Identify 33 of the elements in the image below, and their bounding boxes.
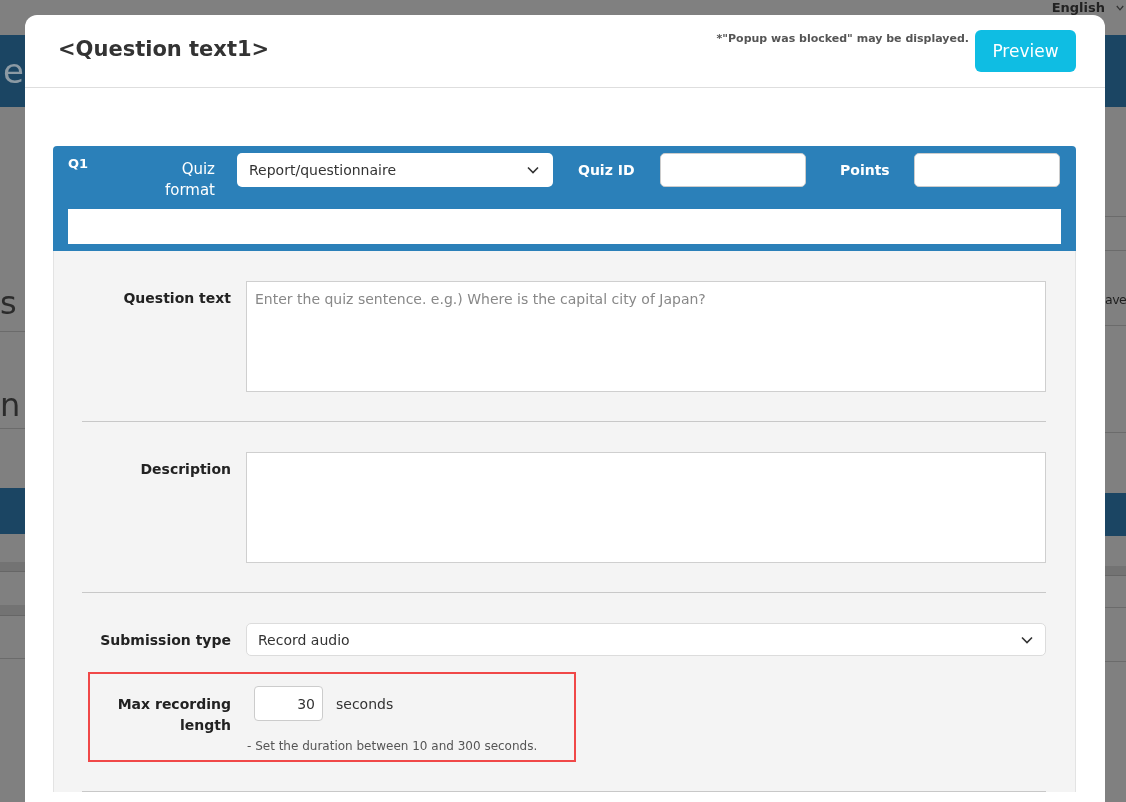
row-background	[0, 562, 25, 572]
page-text: ave	[1105, 291, 1126, 309]
page-bar	[0, 488, 25, 534]
textarea-field[interactable]: Enter the quiz sentence. e.g.) Where is the capital city of Japan?	[246, 281, 1046, 392]
caret-icon	[1116, 4, 1124, 11]
points-field[interactable]	[914, 153, 1060, 187]
unit-label: seconds	[336, 695, 394, 712]
dialog-title: <Question text1>	[58, 36, 270, 63]
page-heading: s	[0, 285, 18, 321]
language-selector[interactable]: English	[1051, 1, 1124, 14]
field-label: Points	[840, 161, 891, 180]
chevron-down-icon	[527, 166, 539, 174]
question-number: Q1	[68, 156, 90, 172]
popup-note: *"Popup was blocked" may be displayed.	[716, 32, 969, 46]
field-label: Question text	[122, 289, 231, 308]
row-background	[1105, 566, 1126, 576]
quiz-format-dropdown[interactable]: Report/questionnaire	[237, 153, 553, 187]
field-label: Quiz ID	[578, 161, 636, 180]
quiz-id-field[interactable]	[660, 153, 806, 187]
hint-text: - Set the duration between 10 and 300 seconds.	[247, 738, 539, 754]
field-label: Submission type	[99, 630, 231, 650]
textarea-field[interactable]	[246, 452, 1046, 563]
dropdown[interactable]: Record audio	[246, 623, 1046, 656]
page-bar	[1105, 493, 1126, 536]
chevron-down-icon	[1021, 635, 1033, 644]
page-heading: n	[0, 387, 22, 423]
field-label: Quiz format	[163, 159, 215, 201]
field-label: Description	[139, 460, 231, 479]
field-label: Max recording length	[116, 695, 231, 735]
number-field[interactable]: 30	[254, 686, 323, 721]
input-field[interactable]	[68, 209, 1061, 244]
banner-text: e	[3, 51, 24, 91]
row-background	[0, 605, 25, 616]
